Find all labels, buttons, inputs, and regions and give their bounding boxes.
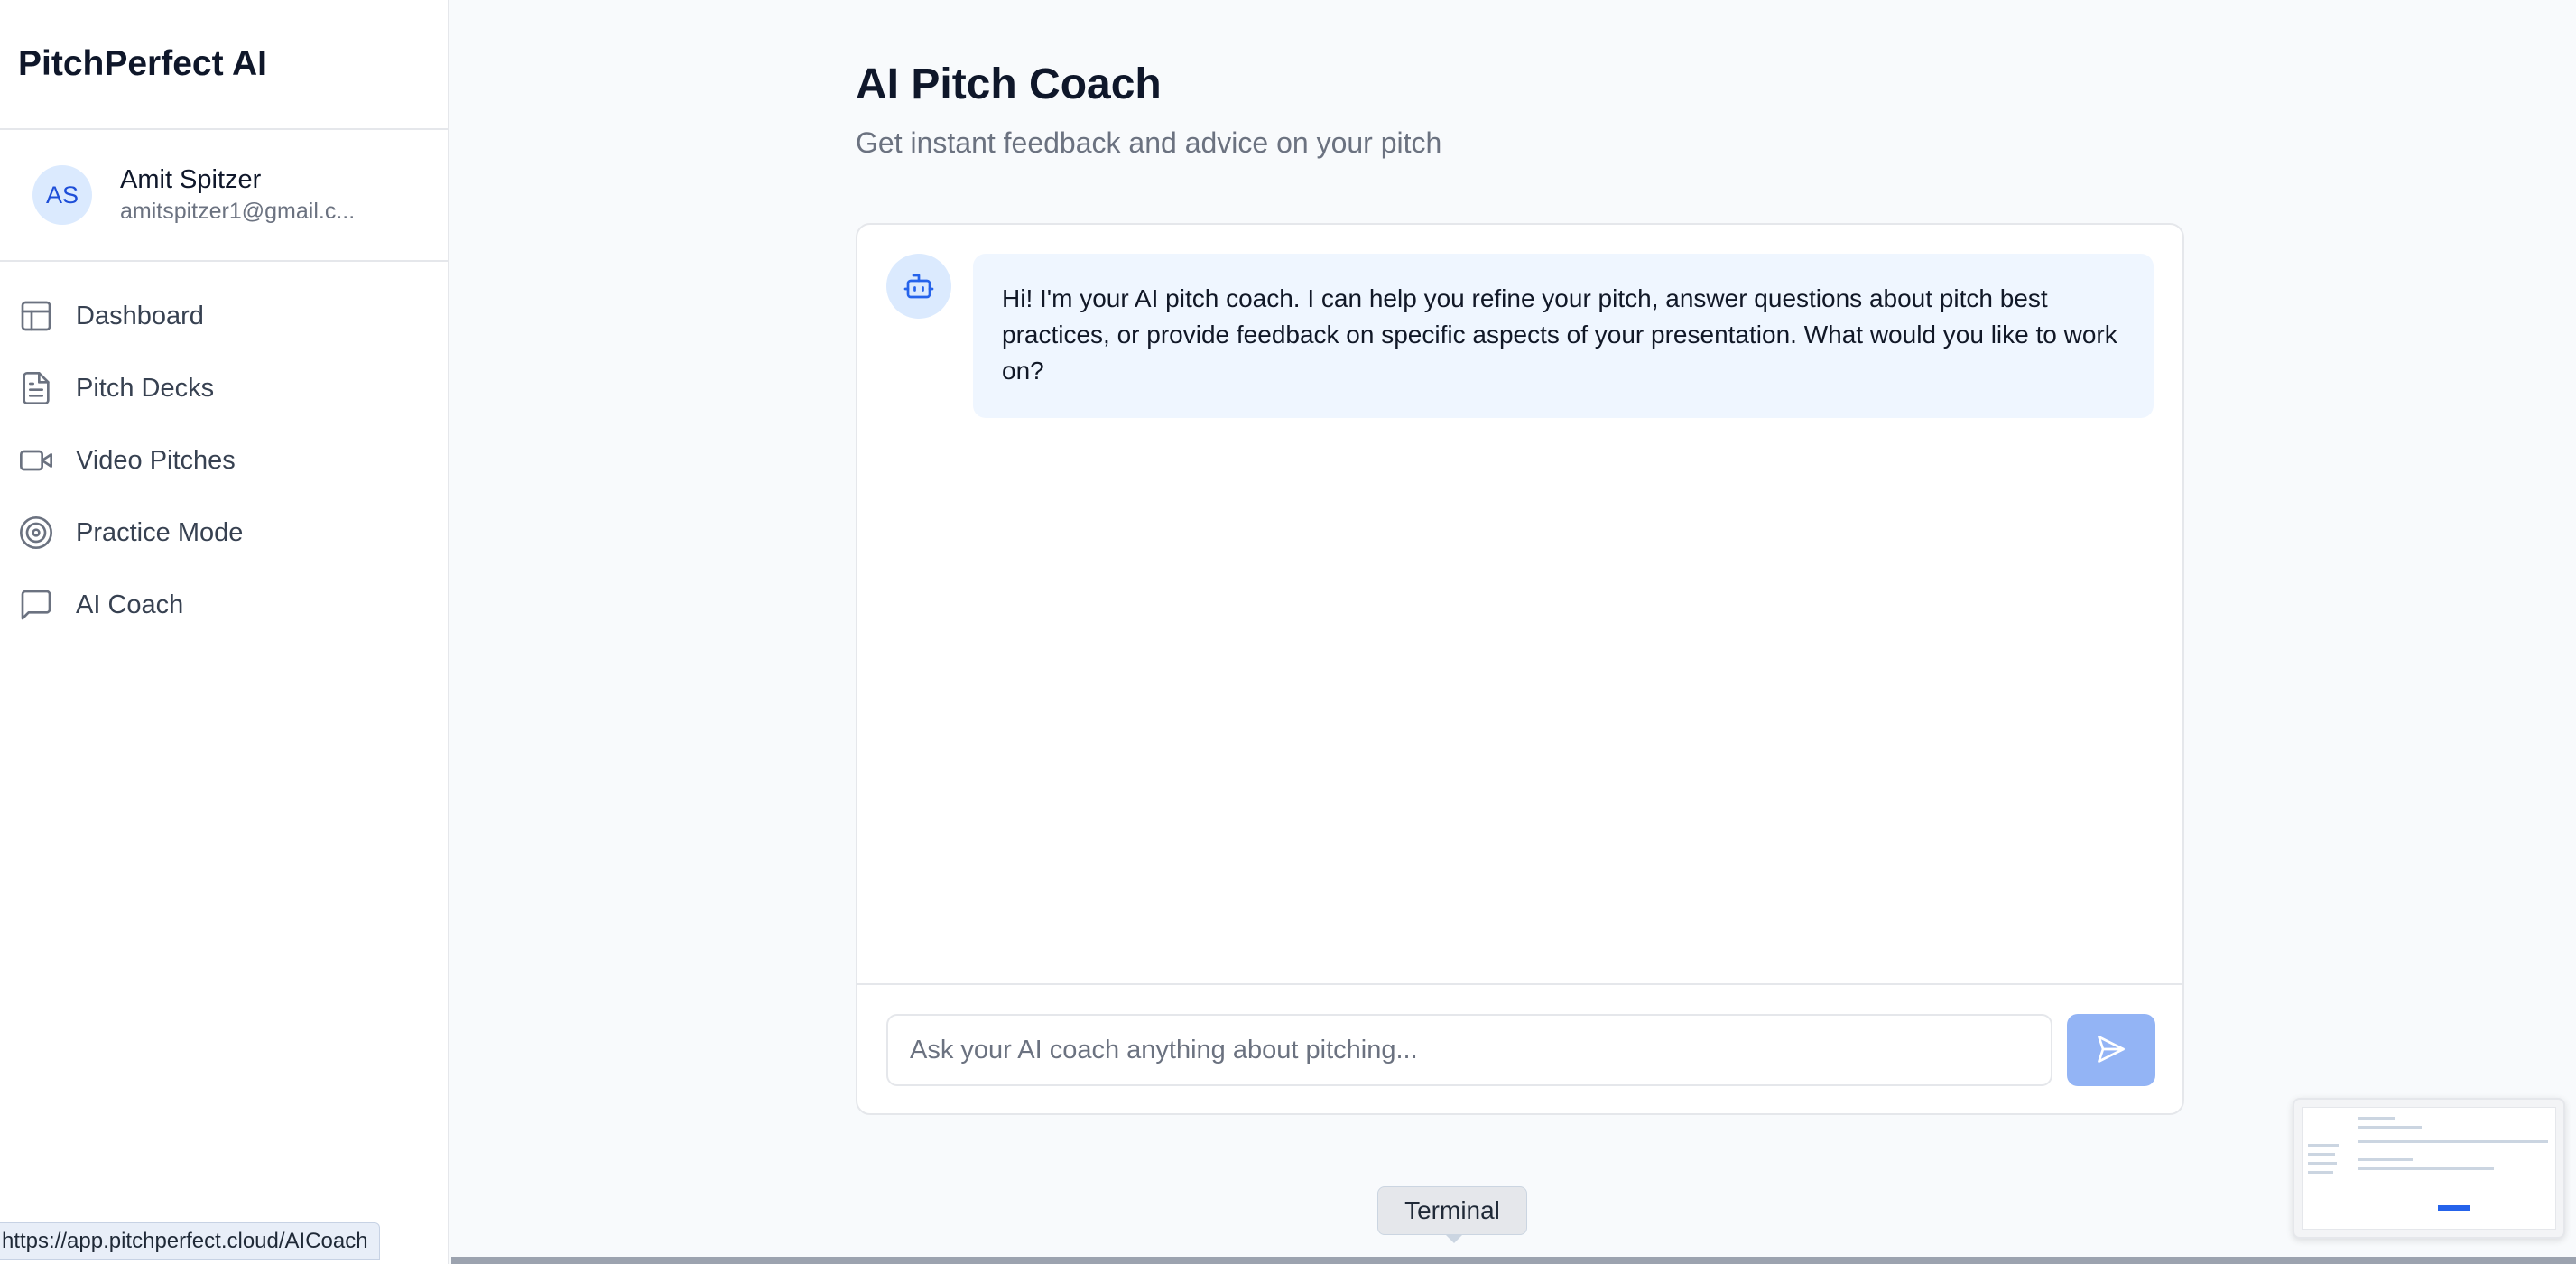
thumbnail-line	[2308, 1153, 2335, 1156]
thumbnail-line	[2308, 1144, 2339, 1147]
sidebar-item-label: Video Pitches	[76, 445, 236, 475]
layout-icon	[18, 298, 54, 334]
thumbnail-line	[2358, 1126, 2422, 1129]
bot-icon	[886, 254, 951, 319]
avatar: AS	[32, 165, 92, 225]
chat-panel: Hi! I'm your AI pitch coach. I can help …	[856, 223, 2184, 1115]
chat-message: Hi! I'm your AI pitch coach. I can help …	[886, 254, 2154, 418]
video-icon	[18, 442, 54, 479]
target-icon	[18, 515, 54, 551]
chat-composer	[857, 983, 2182, 1113]
page-title: AI Pitch Coach	[856, 60, 1162, 108]
window-thumbnail[interactable]	[2293, 1098, 2565, 1239]
message-bubble: Hi! I'm your AI pitch coach. I can help …	[973, 254, 2154, 418]
user-info: Amit Spitzer amitspitzer1@gmail.c...	[120, 163, 355, 227]
sidebar-item-label: Practice Mode	[76, 517, 244, 547]
thumbnail-line	[2308, 1162, 2337, 1165]
thumbnail-line	[2358, 1167, 2494, 1170]
user-email: amitspitzer1@gmail.c...	[120, 199, 356, 224]
main-content: AI Pitch Coach Get instant feedback and …	[451, 0, 2576, 1264]
page-subtitle: Get instant feedback and advice on your …	[856, 126, 1442, 159]
thumbnail-line	[2308, 1171, 2333, 1174]
chat-input[interactable]	[886, 1014, 2052, 1086]
thumbnail-line	[2358, 1140, 2548, 1143]
thumbnail-sidebar	[2303, 1108, 2349, 1229]
thumbnail-preview	[2302, 1107, 2556, 1230]
app-brand[interactable]: PitchPerfect AI	[0, 0, 448, 130]
sidebar-item-dashboard[interactable]: Dashboard	[0, 280, 448, 352]
thumbnail-line	[2358, 1117, 2395, 1120]
document-icon	[18, 370, 54, 406]
sidebar-item-label: AI Coach	[76, 590, 184, 619]
sidebar-item-practice-mode[interactable]: Practice Mode	[0, 497, 448, 569]
sidebar: PitchPerfect AI AS Amit Spitzer amitspit…	[0, 0, 449, 1264]
user-name: Amit Spitzer	[120, 165, 262, 194]
status-bar-url: https://app.pitchperfect.cloud/AICoach	[0, 1222, 380, 1260]
send-icon	[2095, 1033, 2127, 1068]
sidebar-item-ai-coach[interactable]: AI Coach	[0, 569, 448, 641]
sidebar-item-video-pitches[interactable]: Video Pitches	[0, 424, 448, 497]
send-button[interactable]	[2067, 1014, 2155, 1086]
message-icon	[18, 587, 54, 623]
thumbnail-button	[2438, 1205, 2470, 1211]
thumbnail-line	[2358, 1158, 2413, 1161]
user-profile[interactable]: AS Amit Spitzer amitspitzer1@gmail.c...	[0, 130, 448, 262]
sidebar-nav: Dashboard Pitch Decks Video Pitches Prac…	[0, 262, 448, 641]
dock-tooltip: Terminal	[1377, 1186, 1527, 1243]
sidebar-item-label: Dashboard	[76, 301, 204, 330]
sidebar-item-pitch-decks[interactable]: Pitch Decks	[0, 352, 448, 424]
sidebar-item-label: Pitch Decks	[76, 373, 215, 403]
dock-edge	[451, 1257, 2576, 1264]
